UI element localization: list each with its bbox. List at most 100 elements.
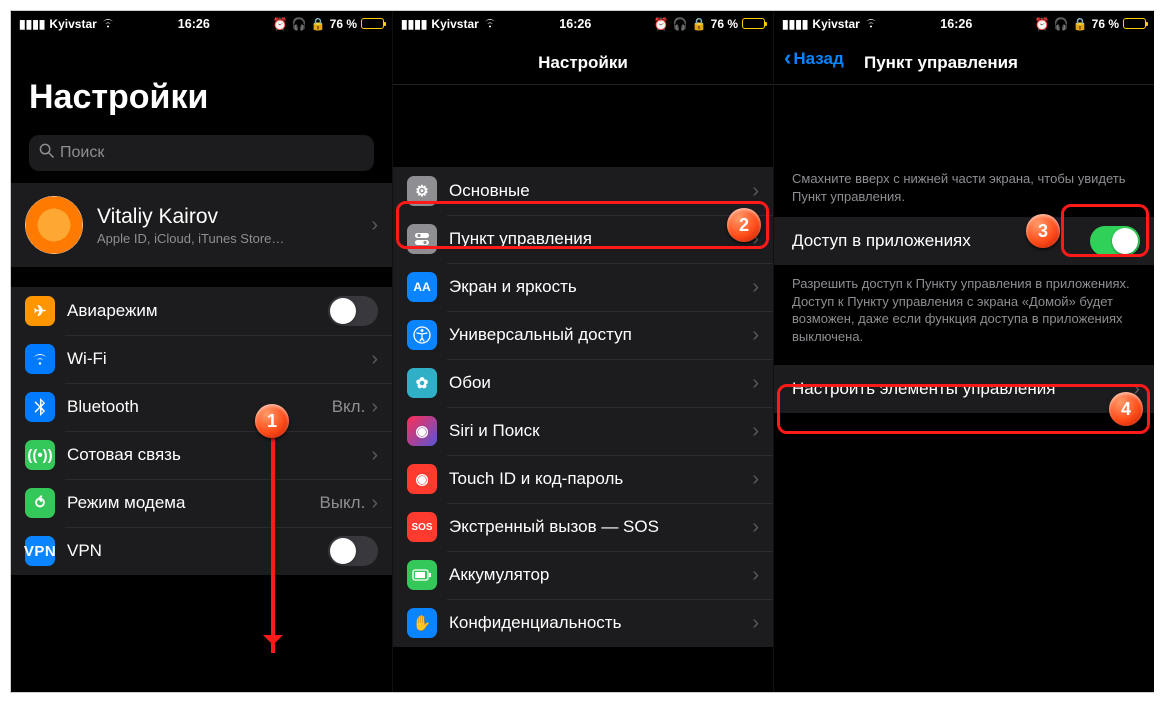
airplane-toggle[interactable] bbox=[328, 296, 378, 326]
battery-pct: 76 % bbox=[330, 17, 357, 31]
search-input[interactable]: Поиск bbox=[29, 135, 374, 171]
row-label: Siri и Поиск bbox=[449, 421, 752, 441]
profile-sub: Apple ID, iCloud, iTunes Store… bbox=[97, 231, 371, 246]
sos-icon: SOS bbox=[407, 512, 437, 542]
row-airplane[interactable]: ✈︎ Авиарежим bbox=[11, 287, 392, 335]
accessibility-icon bbox=[407, 320, 437, 350]
row-sos[interactable]: SOS Экстренный вызов — SOS › bbox=[393, 503, 773, 551]
vpn-toggle[interactable] bbox=[328, 536, 378, 566]
signal-icon: ▮▮▮▮ bbox=[401, 17, 427, 31]
nav-title: Настройки bbox=[538, 53, 628, 73]
lock-rotation-icon: 🔒 bbox=[311, 17, 326, 31]
vpn-icon: VPN bbox=[25, 536, 55, 566]
wifi-icon bbox=[101, 17, 115, 31]
nav-bar: Настройки bbox=[393, 33, 773, 85]
search-icon bbox=[39, 143, 54, 163]
chevron-right-icon: › bbox=[752, 420, 759, 443]
carrier-label: Kyivstar bbox=[49, 17, 96, 31]
row-bluetooth[interactable]: Bluetooth Вкл. › bbox=[11, 383, 392, 431]
hotspot-icon: ⥀ bbox=[25, 488, 55, 518]
screen-settings-list: ▮▮▮▮ Kyivstar 16:26 ⏰ 🎧 🔒 76 % Настройки… bbox=[392, 11, 773, 692]
display-icon: AA bbox=[407, 272, 437, 302]
airplane-icon: ✈︎ bbox=[25, 296, 55, 326]
wifi-icon bbox=[483, 17, 497, 31]
signal-icon: ▮▮▮▮ bbox=[19, 17, 45, 31]
row-privacy[interactable]: ✋ Конфиденциальность › bbox=[393, 599, 773, 647]
row-label: Обои bbox=[449, 373, 752, 393]
chevron-right-icon: › bbox=[371, 214, 378, 237]
carrier-label: Kyivstar bbox=[431, 17, 478, 31]
chevron-right-icon: › bbox=[371, 492, 378, 515]
hand-icon: ✋ bbox=[407, 608, 437, 638]
row-hotspot[interactable]: ⥀ Режим модема Выкл. › bbox=[11, 479, 392, 527]
row-wallpaper[interactable]: ✿ Обои › bbox=[393, 359, 773, 407]
row-battery[interactable]: Аккумулятор › bbox=[393, 551, 773, 599]
row-touchid[interactable]: ◉ Touch ID и код-пароль › bbox=[393, 455, 773, 503]
row-label: Touch ID и код-пароль bbox=[449, 469, 752, 489]
chevron-right-icon: › bbox=[752, 276, 759, 299]
row-access-in-apps[interactable]: Доступ в приложениях bbox=[774, 217, 1154, 265]
step-badge-3: 3 bbox=[1026, 214, 1060, 248]
search-placeholder: Поиск bbox=[60, 144, 104, 162]
clock: 16:26 bbox=[940, 17, 972, 31]
wifi-icon bbox=[864, 17, 878, 31]
status-bar: ▮▮▮▮ Kyivstar 16:26 ⏰ 🎧 🔒 76 % bbox=[774, 11, 1154, 33]
lock-rotation-icon: 🔒 bbox=[692, 17, 707, 31]
battery-icon bbox=[742, 18, 765, 29]
nav-bar: ‹ Назад Пункт управления bbox=[774, 33, 1154, 85]
row-detail: Выкл. bbox=[319, 493, 365, 513]
chevron-right-icon: › bbox=[752, 468, 759, 491]
row-label: Авиарежим bbox=[67, 301, 328, 321]
battery-icon bbox=[1123, 18, 1146, 29]
row-label: Экстренный вызов — SOS bbox=[449, 517, 752, 537]
row-cellular[interactable]: ((•)) Сотовая связь › bbox=[11, 431, 392, 479]
alarm-icon: ⏰ bbox=[1035, 17, 1050, 31]
row-siri[interactable]: ◉ Siri и Поиск › bbox=[393, 407, 773, 455]
row-label: Аккумулятор bbox=[449, 565, 752, 585]
headphones-icon: 🎧 bbox=[292, 17, 307, 31]
chevron-right-icon: › bbox=[371, 396, 378, 419]
battery-pct: 76 % bbox=[711, 17, 738, 31]
row-control-center[interactable]: Пункт управления › bbox=[393, 215, 773, 263]
row-detail: Вкл. bbox=[332, 397, 366, 417]
screen-settings-root: ▮▮▮▮ Kyivstar 16:26 ⏰ 🎧 🔒 76 % Настройки… bbox=[11, 11, 392, 692]
row-label: Конфиденциальность bbox=[449, 613, 752, 633]
lock-rotation-icon: 🔒 bbox=[1073, 17, 1088, 31]
battery-pct: 76 % bbox=[1092, 17, 1119, 31]
back-button[interactable]: ‹ Назад bbox=[784, 49, 844, 69]
row-label: Bluetooth bbox=[67, 397, 332, 417]
chevron-right-icon: › bbox=[752, 564, 759, 587]
chevron-right-icon: › bbox=[752, 516, 759, 539]
chevron-right-icon: › bbox=[752, 372, 759, 395]
step-badge-1: 1 bbox=[255, 404, 289, 438]
row-accessibility[interactable]: Универсальный доступ › bbox=[393, 311, 773, 359]
wallpaper-icon: ✿ bbox=[407, 368, 437, 398]
switches-icon bbox=[407, 224, 437, 254]
battery-row-icon bbox=[407, 560, 437, 590]
status-bar: ▮▮▮▮ Kyivstar 16:26 ⏰ 🎧 🔒 76 % bbox=[393, 11, 773, 33]
row-wifi[interactable]: Wi-Fi › bbox=[11, 335, 392, 383]
alarm-icon: ⏰ bbox=[273, 17, 288, 31]
row-general[interactable]: ⚙︎ Основные › bbox=[393, 167, 773, 215]
row-label: Сотовая связь bbox=[67, 445, 371, 465]
row-label: VPN bbox=[67, 541, 328, 561]
carrier-label: Kyivstar bbox=[812, 17, 859, 31]
row-label: Настроить элементы управления bbox=[792, 379, 1133, 399]
page-title: Настройки bbox=[11, 33, 392, 127]
profile-row[interactable]: Vitaliy Kairov Apple ID, iCloud, iTunes … bbox=[11, 183, 392, 267]
row-label: Режим модема bbox=[67, 493, 319, 513]
nav-title: Пункт управления bbox=[864, 53, 1018, 73]
row-label: Экран и яркость bbox=[449, 277, 752, 297]
clock: 16:26 bbox=[559, 17, 591, 31]
chevron-right-icon: › bbox=[752, 180, 759, 203]
siri-icon: ◉ bbox=[407, 416, 437, 446]
back-label: Назад bbox=[793, 49, 843, 69]
avatar bbox=[25, 196, 83, 254]
fingerprint-icon: ◉ bbox=[407, 464, 437, 494]
clock: 16:26 bbox=[178, 17, 210, 31]
row-customize-controls[interactable]: Настроить элементы управления › bbox=[774, 365, 1154, 413]
row-vpn[interactable]: VPN VPN bbox=[11, 527, 392, 575]
access-toggle[interactable] bbox=[1090, 226, 1140, 256]
row-display[interactable]: AA Экран и яркость › bbox=[393, 263, 773, 311]
step-badge-2: 2 bbox=[727, 208, 761, 242]
